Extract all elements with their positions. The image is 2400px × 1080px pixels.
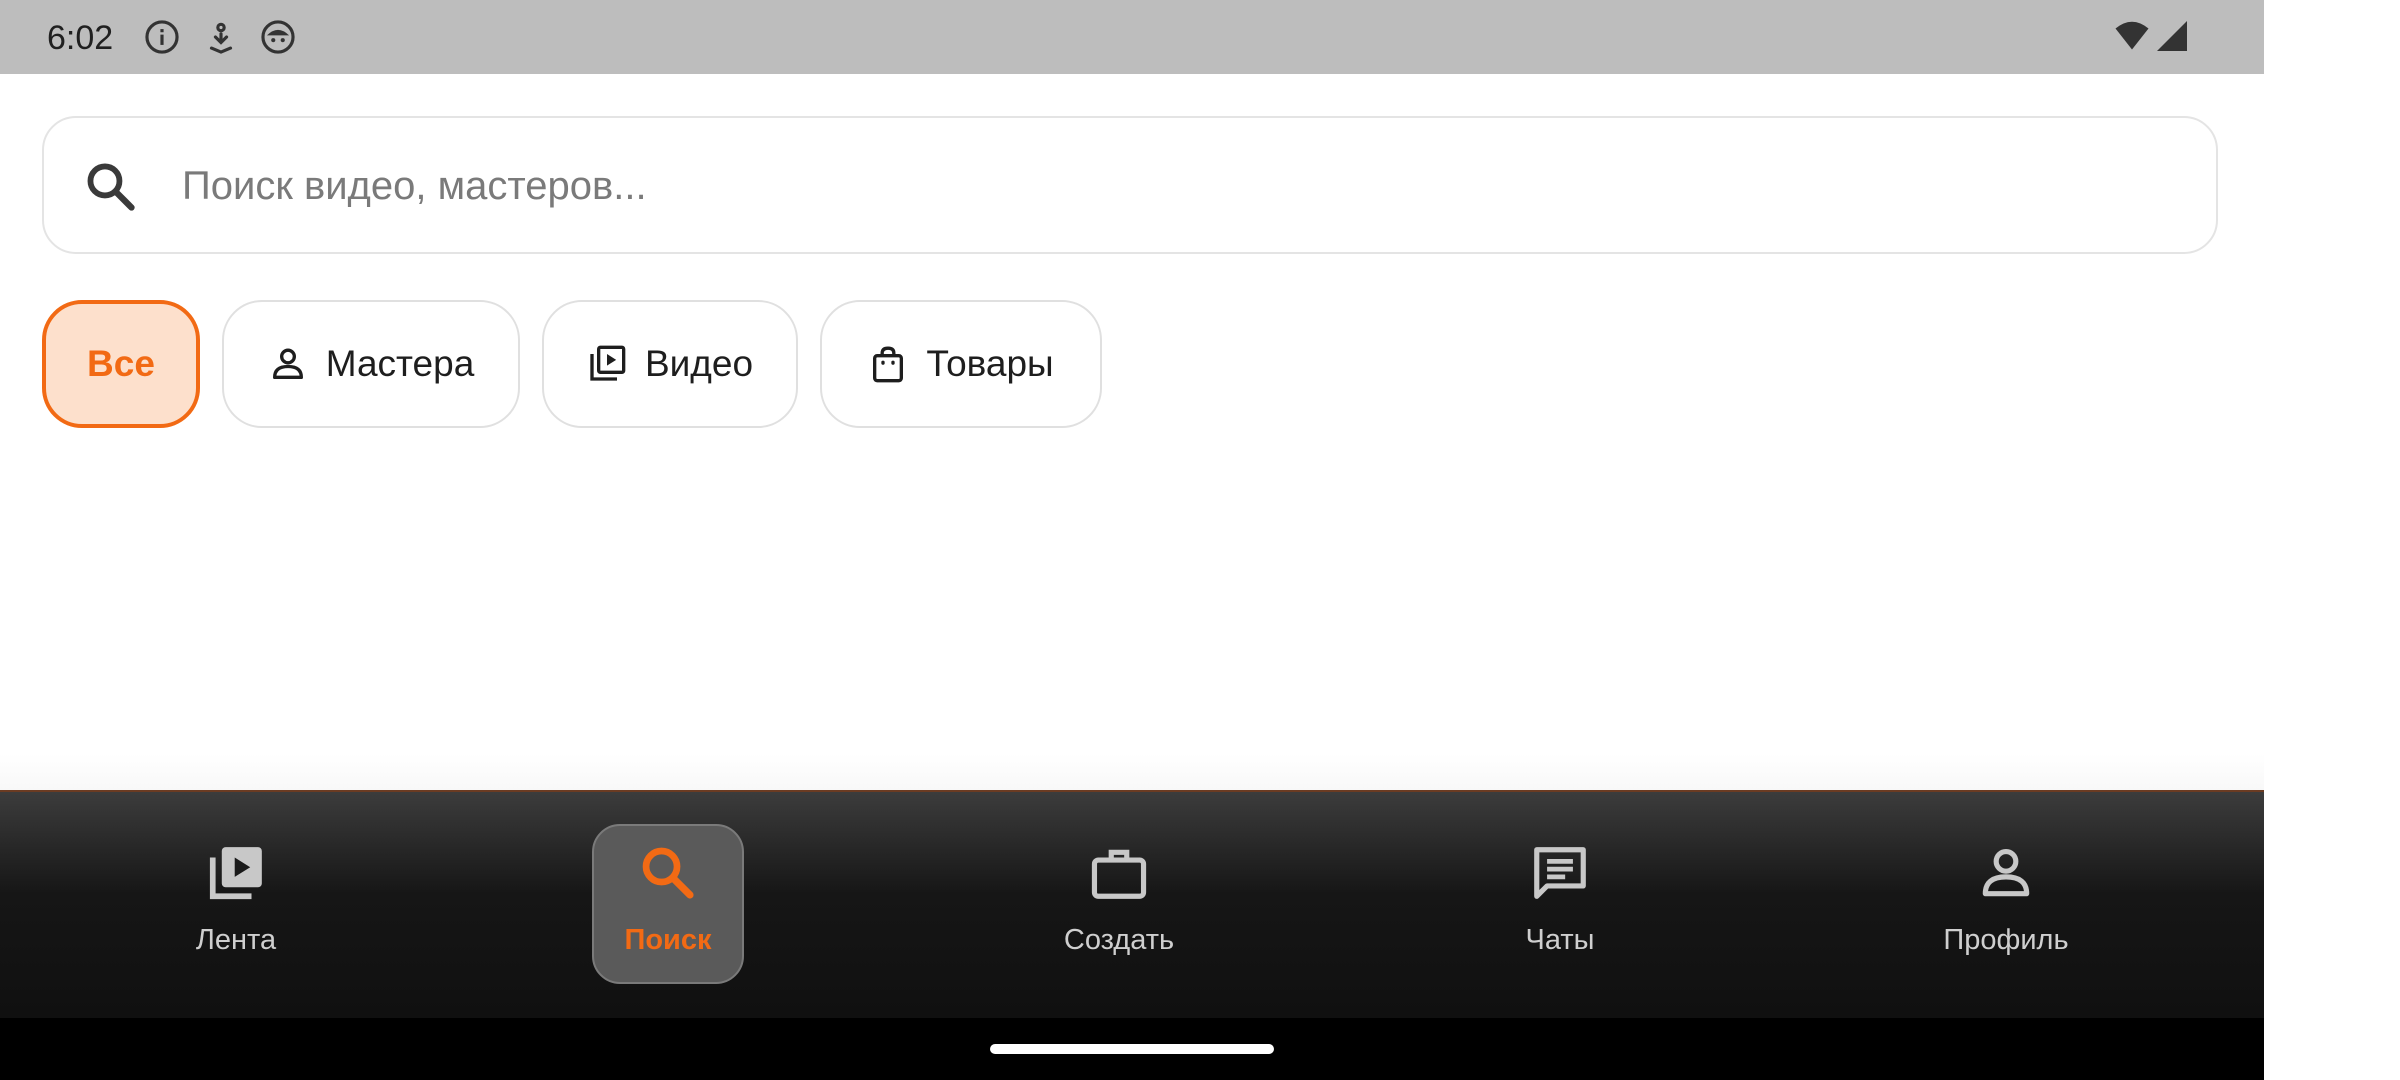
video-library-icon (590, 345, 626, 381)
person-icon (272, 348, 303, 379)
filter-chip-label: Мастера (325, 343, 475, 384)
filter-chip-masters[interactable]: Мастера (222, 300, 520, 428)
nav-label: Поиск (624, 924, 712, 956)
nav-item-search[interactable]: Поиск (568, 792, 768, 1020)
status-time: 6:02 (47, 19, 114, 57)
info-icon (145, 20, 179, 54)
nav-item-feed[interactable]: Лента (136, 792, 336, 1020)
search-icon (87, 163, 135, 211)
nav-label: Профиль (1943, 924, 2069, 956)
nav-item-profile[interactable]: Профиль (1906, 792, 2106, 1020)
download-icon (209, 22, 233, 54)
filter-chip-label: Видео (644, 343, 754, 384)
search-icon (642, 847, 694, 899)
filter-chip-goods[interactable]: Товары (820, 300, 1102, 428)
video-library-icon (209, 847, 262, 900)
system-gesture-area (0, 1018, 2264, 1080)
filter-chip-label: Товары (926, 343, 1054, 384)
filter-chip-all[interactable]: Все (42, 300, 200, 428)
person-icon (1982, 848, 2030, 897)
wifi-icon (2115, 21, 2149, 50)
nav-label: Чаты (1525, 924, 1595, 956)
nav-label: Лента (195, 924, 277, 956)
chat-icon (1534, 847, 1586, 899)
briefcase-icon (1091, 849, 1147, 899)
signal-icon (2157, 21, 2187, 51)
app-screen: 6:02 Поиск видео, мастеров... Все Мастер… (0, 0, 2264, 1080)
nav-label: Создать (1063, 924, 1175, 956)
search-bar[interactable] (42, 116, 2218, 254)
nav-item-chats[interactable]: Чаты (1460, 792, 1660, 1020)
search-screen: Все Мастера Видео Товары (0, 74, 2264, 864)
screen-edge (2264, 0, 2400, 1080)
status-bar: 6:02 (0, 0, 2264, 74)
search-input[interactable] (182, 148, 2162, 224)
bottom-navigation: Лента Поиск Создать Чаты Профиль (0, 790, 2264, 1018)
shopping-bag-icon (873, 346, 904, 383)
android-icon (261, 20, 295, 54)
filter-chip-label: Все (87, 343, 155, 384)
home-gesture-handle[interactable] (990, 1044, 1274, 1054)
nav-item-create[interactable]: Создать (1019, 792, 1219, 1020)
filter-chip-video[interactable]: Видео (542, 300, 798, 428)
